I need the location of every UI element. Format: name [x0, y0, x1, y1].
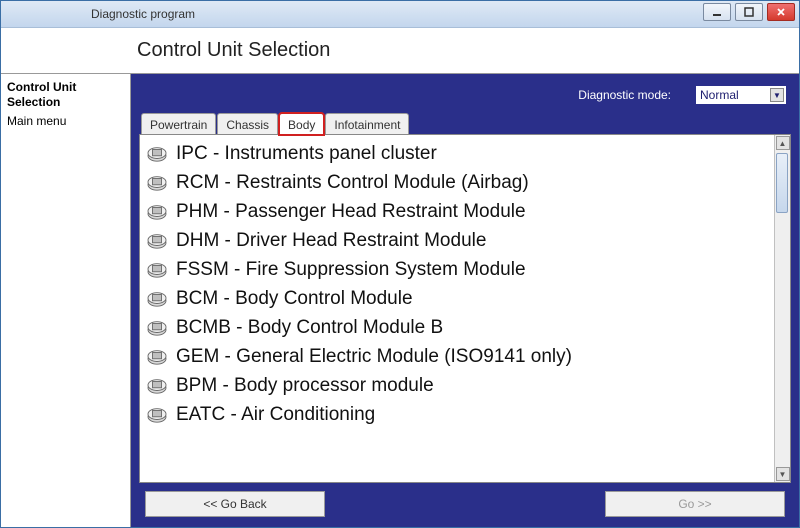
sidebar-item-main-menu[interactable]: Main menu	[7, 114, 124, 129]
go-back-button[interactable]: << Go Back	[145, 491, 325, 517]
chip-icon	[146, 232, 168, 250]
module-label: EATC - Air Conditioning	[176, 404, 375, 426]
chip-icon	[146, 174, 168, 192]
module-row[interactable]: FSSM - Fire Suppression System Module	[146, 255, 768, 284]
chip-icon	[146, 203, 168, 221]
titlebar: Diagnostic program	[1, 1, 799, 28]
tab-chassis[interactable]: Chassis	[217, 113, 278, 135]
chevron-down-icon: ▼	[770, 88, 784, 102]
module-row[interactable]: GEM - General Electric Module (ISO9141 o…	[146, 342, 768, 371]
diagnostic-mode-label: Diagnostic mode:	[578, 88, 671, 102]
chip-icon	[146, 290, 168, 308]
module-row[interactable]: PHM - Passenger Head Restraint Module	[146, 197, 768, 226]
module-label: BCMB - Body Control Module B	[176, 317, 443, 339]
scroll-thumb[interactable]	[776, 153, 788, 213]
diagnostic-mode-select[interactable]: Normal ▼	[695, 85, 787, 105]
window-title: Diagnostic program	[91, 7, 195, 21]
module-label: FSSM - Fire Suppression System Module	[176, 259, 526, 281]
module-label: BCM - Body Control Module	[176, 288, 413, 310]
chip-icon	[146, 406, 168, 424]
tabs: Powertrain Chassis Body Infotainment	[141, 112, 791, 134]
module-label: BPM - Body processor module	[176, 375, 434, 397]
diagnostic-mode-value: Normal	[700, 88, 739, 102]
tab-body[interactable]: Body	[279, 113, 324, 135]
minimize-button[interactable]	[703, 3, 731, 21]
module-row[interactable]: DHM - Driver Head Restraint Module	[146, 226, 768, 255]
chip-icon	[146, 377, 168, 395]
module-row[interactable]: BCM - Body Control Module	[146, 284, 768, 313]
module-list-inner: IPC - Instruments panel cluster RCM - Res…	[140, 135, 774, 482]
scroll-up-button[interactable]: ▲	[776, 136, 790, 150]
module-row[interactable]: RCM - Restraints Control Module (Airbag)	[146, 168, 768, 197]
app-window: Diagnostic program Control Unit Selectio…	[0, 0, 800, 528]
module-row[interactable]: IPC - Instruments panel cluster	[146, 139, 768, 168]
scroll-down-button[interactable]: ▼	[776, 467, 790, 481]
module-label: PHM - Passenger Head Restraint Module	[176, 201, 526, 223]
tab-infotainment[interactable]: Infotainment	[325, 113, 409, 135]
mode-row: Diagnostic mode: Normal ▼	[139, 82, 791, 108]
chip-icon	[146, 348, 168, 366]
chip-icon	[146, 319, 168, 337]
tab-powertrain[interactable]: Powertrain	[141, 113, 216, 135]
header: Control Unit Selection	[1, 28, 799, 74]
module-label: RCM - Restraints Control Module (Airbag)	[176, 172, 529, 194]
maximize-button[interactable]	[735, 3, 763, 21]
chip-icon	[146, 145, 168, 163]
sidebar-item-control-unit-selection[interactable]: Control Unit Selection	[7, 80, 124, 110]
scrollbar[interactable]: ▲ ▼	[774, 135, 790, 482]
main-panel: Diagnostic mode: Normal ▼ Powertrain Cha…	[131, 74, 799, 527]
page-title: Control Unit Selection	[137, 39, 330, 62]
module-row[interactable]: BCMB - Body Control Module B	[146, 313, 768, 342]
window-controls	[703, 3, 795, 21]
scroll-track[interactable]	[775, 151, 790, 466]
go-button[interactable]: Go >>	[605, 491, 785, 517]
close-icon	[776, 7, 786, 17]
module-label: DHM - Driver Head Restraint Module	[176, 230, 486, 252]
footer: << Go Back Go >>	[139, 483, 791, 519]
maximize-icon	[744, 7, 754, 17]
sidebar: Control Unit Selection Main menu	[1, 74, 131, 527]
module-row[interactable]: BPM - Body processor module	[146, 371, 768, 400]
chip-icon	[146, 261, 168, 279]
module-list: IPC - Instruments panel cluster RCM - Res…	[139, 134, 791, 483]
close-button[interactable]	[767, 3, 795, 21]
module-label: IPC - Instruments panel cluster	[176, 143, 437, 165]
module-label: GEM - General Electric Module (ISO9141 o…	[176, 346, 572, 368]
body: Control Unit Selection Main menu Diagnos…	[1, 74, 799, 527]
minimize-icon	[712, 7, 722, 17]
module-row[interactable]: EATC - Air Conditioning	[146, 400, 768, 429]
